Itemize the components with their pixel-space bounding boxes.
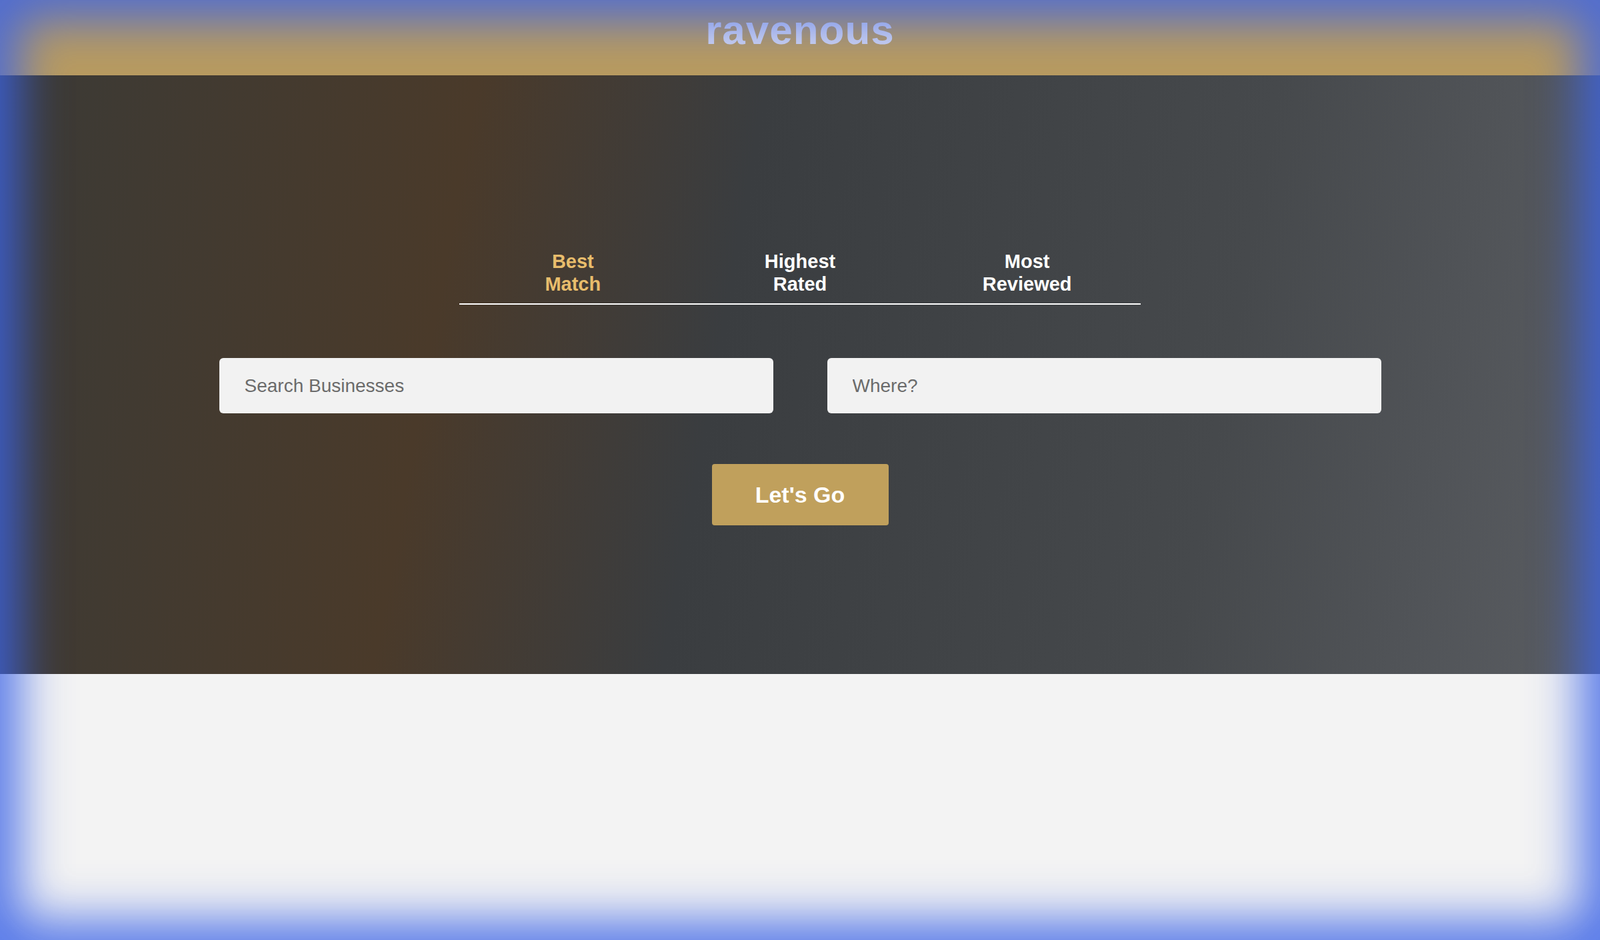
location-search-input[interactable] (827, 358, 1382, 414)
lets-go-button[interactable]: Let's Go (712, 464, 889, 526)
screen-glow (0, 0, 1600, 940)
sort-tab[interactable]: Most Reviewed (913, 250, 1141, 304)
sort-tab[interactable]: Highest Rated (686, 250, 914, 304)
search-fields (219, 358, 1382, 414)
app: ravenous Best Match Highest Rated Most Rev… (0, 0, 1600, 940)
sort-tab-label: Most Reviewed (977, 250, 1078, 296)
sort-tab-label: Highest Rated (750, 250, 850, 296)
hero: Best Match Highest Rated Most Reviewed Let… (0, 75, 1600, 674)
sort-tabs: Best Match Highest Rated Most Reviewed (459, 250, 1141, 305)
logo: ravenous (705, 9, 895, 51)
header: ravenous (0, 0, 1600, 76)
sort-tab[interactable]: Best Match (459, 250, 687, 304)
business-search-input[interactable] (219, 358, 774, 414)
sort-tab-label: Best Match (522, 250, 623, 296)
results-area (0, 674, 1600, 940)
